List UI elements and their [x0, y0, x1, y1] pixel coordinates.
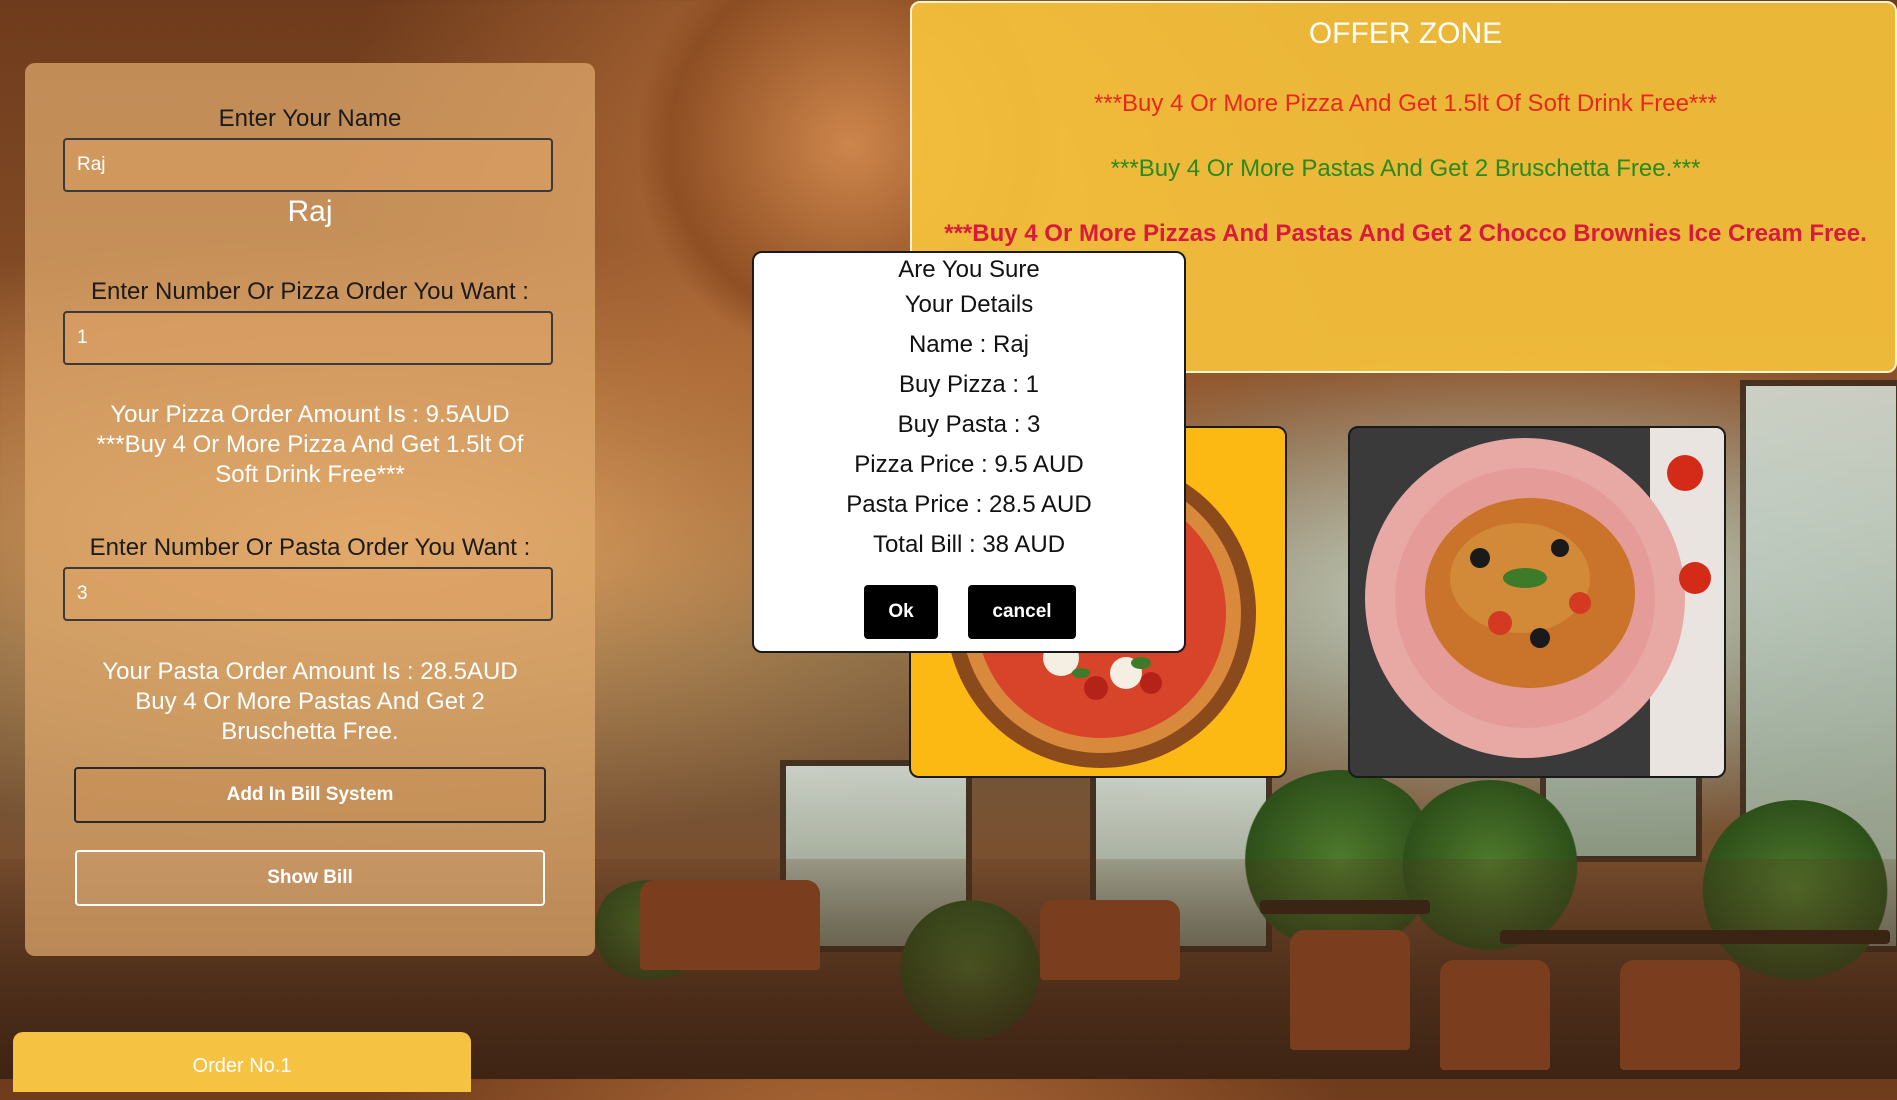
dialog-pasta-price: Pasta Price : 28.5 AUD	[846, 491, 1092, 518]
pasta-quantity-input[interactable]: 3	[63, 567, 553, 621]
name-echo: Raj	[287, 195, 333, 228]
show-bill-button[interactable]: Show Bill	[75, 850, 545, 906]
dialog-name: Name : Raj	[908, 331, 1030, 358]
dialog-pizza-price: Pizza Price : 9.5 AUD	[854, 451, 1084, 478]
pizza-label: Enter Number Or Pizza Order You Want :	[91, 278, 529, 305]
dialog-buy-pasta: Buy Pasta : 3	[897, 411, 1041, 438]
pasta-amount-text: Your Pasta Order Amount Is : 28.5AUD	[102, 658, 518, 685]
name-input[interactable]: Raj	[63, 138, 553, 192]
name-label: Enter Your Name	[218, 105, 402, 132]
dialog-buy-pizza: Buy Pizza : 1	[898, 371, 1040, 398]
offer-combo: ***Buy 4 Or More Pizzas And Pastas And G…	[944, 220, 1867, 247]
order-number-tab[interactable]: Order No.1	[13, 1032, 471, 1092]
pizza-quantity-input[interactable]: 1	[63, 311, 553, 365]
pizza-amount-text: Your Pizza Order Amount Is : 9.5AUD	[110, 401, 510, 428]
cancel-button[interactable]: cancel	[968, 585, 1076, 639]
pizza-offer-text: ***Buy 4 Or More Pizza And Get 1.5lt Of …	[96, 431, 524, 488]
order-form-panel: Enter Your Name Raj Raj Enter Number Or …	[25, 63, 595, 956]
pasta-image	[1348, 426, 1726, 778]
add-in-bill-button[interactable]: Add In Bill System	[74, 767, 546, 823]
offer-pasta: ***Buy 4 Or More Pastas And Get 2 Brusch…	[1110, 155, 1701, 182]
dialog-title: Are You Sure	[898, 256, 1040, 283]
ok-button[interactable]: Ok	[864, 585, 938, 639]
dialog-total-bill: Total Bill : 38 AUD	[872, 531, 1066, 558]
pasta-label: Enter Number Or Pasta Order You Want :	[89, 534, 531, 561]
offer-pizza: ***Buy 4 Or More Pizza And Get 1.5lt Of …	[1094, 90, 1717, 117]
dialog-subtitle: Your Details	[904, 291, 1034, 318]
confirm-dialog: Are You Sure Your Details Name : Raj Buy…	[752, 251, 1186, 653]
pasta-offer-text: Buy 4 Or More Pastas And Get 2 Bruschett…	[135, 688, 485, 745]
offer-zone-title: OFFER ZONE	[1308, 17, 1503, 50]
